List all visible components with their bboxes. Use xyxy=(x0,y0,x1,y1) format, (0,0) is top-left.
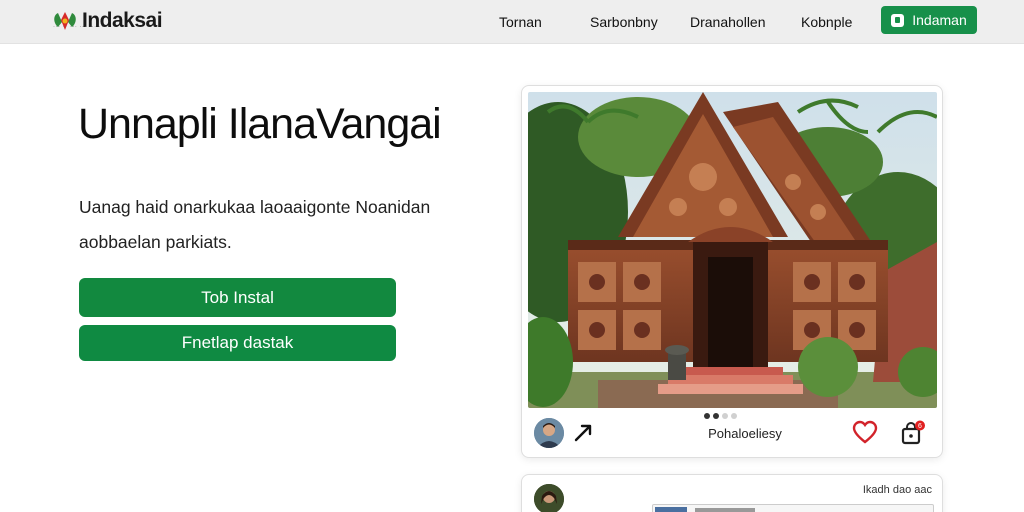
share-icon[interactable] xyxy=(572,422,594,444)
card2-preview-row[interactable] xyxy=(652,504,934,512)
carousel-dot[interactable] xyxy=(731,413,737,419)
hero-description: Uanag haid onarkukaa laoaaigonte Noanida… xyxy=(79,197,431,252)
house-photo[interactable] xyxy=(528,92,937,408)
carousel-dot[interactable] xyxy=(704,413,710,419)
app-icon xyxy=(891,13,905,27)
nav-link-1[interactable]: Tornan xyxy=(499,0,542,44)
carousel-dots[interactable] xyxy=(704,413,737,419)
bag-icon[interactable]: 6 xyxy=(900,420,926,446)
preview-text xyxy=(695,508,755,512)
avatar[interactable] xyxy=(534,484,564,512)
logo[interactable]: Indaksai xyxy=(52,6,163,36)
logo-tagline-mark: ··· ·· ··· ··· ··· ·· xyxy=(53,24,104,30)
secondary-button[interactable]: Fnetlap dastak xyxy=(79,325,396,361)
primary-install-button[interactable]: Tob Instal xyxy=(79,278,396,317)
nav-link-2[interactable]: Sarbonbny xyxy=(590,0,658,44)
page: Indaksai ··· ·· ··· ··· ··· ·· Tornan Sa… xyxy=(0,0,1024,512)
header-cta-button[interactable]: Indaman xyxy=(881,6,977,34)
card2-meta: Ikadh dao aac xyxy=(862,484,932,496)
thumbnail-image xyxy=(655,507,687,512)
heart-icon[interactable] xyxy=(852,420,878,446)
feature-card: Pohaloeliesy 6 xyxy=(521,85,943,458)
carousel-dot[interactable] xyxy=(713,413,719,419)
card-caption: Pohaloeliesy xyxy=(708,426,782,441)
avatar[interactable] xyxy=(534,418,564,448)
feature-card-2: Ikadh dao aac xyxy=(521,474,943,512)
nav-link-3[interactable]: Dranahollen xyxy=(690,0,766,44)
notification-badge: 6 xyxy=(918,423,922,430)
nav-link-4[interactable]: Kobnple xyxy=(801,0,852,44)
header-cta-label: Indaman xyxy=(912,12,967,28)
carousel-dot[interactable] xyxy=(722,413,728,419)
top-nav-bar: Indaksai ··· ·· ··· ··· ··· ·· Tornan Sa… xyxy=(0,0,1024,44)
hero-title: Unnapli IlanaVangai xyxy=(78,100,442,148)
